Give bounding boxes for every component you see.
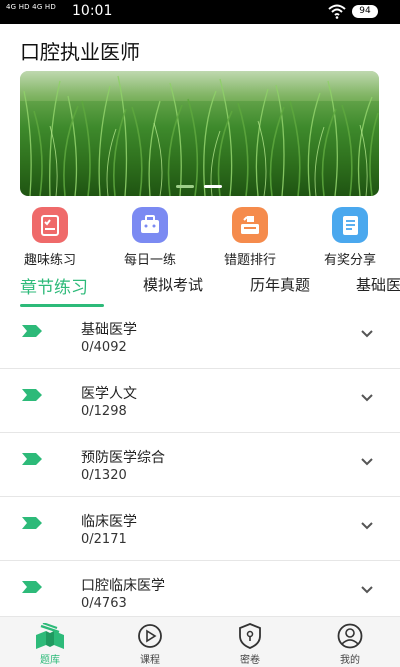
- chapter-progress: 0/1320: [81, 468, 127, 483]
- nav-courses[interactable]: 课程: [120, 623, 180, 666]
- chapter-progress: 0/4092: [81, 340, 127, 355]
- quick-action-label: 每日一练: [123, 253, 176, 268]
- nav-profile[interactable]: 我的: [320, 623, 380, 666]
- bottom-nav: 题库 课程 密卷 我的: [0, 616, 400, 667]
- tab-chapter-practice[interactable]: 章节练习: [20, 273, 88, 298]
- quick-action-label: 错题排行: [223, 253, 276, 268]
- tab-basic-medicine[interactable]: 基础医: [356, 274, 400, 295]
- grass-image: [20, 71, 379, 196]
- nav-label: 我的: [340, 655, 360, 666]
- chevron-down-icon[interactable]: [360, 457, 374, 467]
- chapter-progress: 0/1298: [81, 404, 127, 419]
- flag-icon: [22, 325, 42, 337]
- carousel-dot-2: [204, 185, 222, 188]
- flag-icon: [22, 389, 42, 401]
- status-time: 10:01: [72, 3, 113, 19]
- quick-action-fun-practice[interactable]: 趣味练习: [10, 207, 90, 268]
- chapter-name: 临床医学: [81, 514, 137, 530]
- flag-icon: [22, 517, 42, 529]
- chapter-name: 预防医学综合: [81, 450, 165, 466]
- quick-action-reward-share[interactable]: 有奖分享: [310, 207, 390, 268]
- banner-carousel[interactable]: [20, 71, 379, 196]
- flag-icon: [22, 453, 42, 465]
- briefcase-icon: [132, 207, 168, 243]
- list-item[interactable]: 医学人文 0/1298: [0, 369, 400, 433]
- chapter-progress: 0/2171: [81, 532, 127, 547]
- shield-lock-icon: [239, 623, 261, 649]
- signal-text: 4G HD 4G HD: [6, 3, 56, 11]
- ranking-box-icon: [232, 207, 268, 243]
- chevron-down-icon[interactable]: [360, 329, 374, 339]
- nav-label: 课程: [140, 655, 160, 666]
- chevron-down-icon[interactable]: [360, 585, 374, 595]
- user-circle-icon: [337, 623, 363, 649]
- play-circle-icon: [138, 624, 162, 648]
- list-item[interactable]: 基础医学 0/4092: [0, 305, 400, 369]
- chapter-progress: 0/4763: [81, 596, 127, 611]
- list-item[interactable]: 临床医学 0/2171: [0, 497, 400, 561]
- list-item[interactable]: 预防医学综合 0/1320: [0, 433, 400, 497]
- signal-indicator: 4G HD 4G HD: [6, 3, 56, 11]
- tab-mock-exam[interactable]: 模拟考试: [143, 274, 203, 295]
- quiz-sheet-icon: [32, 207, 68, 243]
- quick-action-label: 有奖分享: [323, 253, 376, 268]
- book-stack-icon: [36, 623, 64, 649]
- battery-indicator: 94: [352, 5, 378, 18]
- wifi-icon: [328, 4, 346, 19]
- tab-past-exams[interactable]: 历年真题: [250, 274, 310, 295]
- nav-question-bank[interactable]: 题库: [20, 623, 80, 666]
- page-title: 口腔执业医师: [20, 40, 140, 64]
- list-item[interactable]: 口腔临床医学 0/4763: [0, 561, 400, 624]
- chapter-name: 医学人文: [81, 386, 137, 402]
- notebook-icon: [332, 207, 368, 243]
- quick-action-label: 趣味练习: [23, 253, 76, 268]
- nav-label: 密卷: [240, 655, 260, 666]
- chevron-down-icon[interactable]: [360, 393, 374, 403]
- chapter-name: 基础医学: [81, 322, 137, 338]
- status-bar: 4G HD 4G HD 10:01 94: [0, 0, 400, 24]
- carousel-dot-1: [176, 185, 194, 188]
- chevron-down-icon[interactable]: [360, 521, 374, 531]
- chapter-name: 口腔临床医学: [81, 578, 165, 594]
- nav-label: 题库: [40, 655, 60, 666]
- quick-action-error-ranking[interactable]: 错题排行: [210, 207, 290, 268]
- nav-secret-papers[interactable]: 密卷: [220, 623, 280, 666]
- quick-action-daily-practice[interactable]: 每日一练: [110, 207, 190, 268]
- flag-icon: [22, 581, 42, 593]
